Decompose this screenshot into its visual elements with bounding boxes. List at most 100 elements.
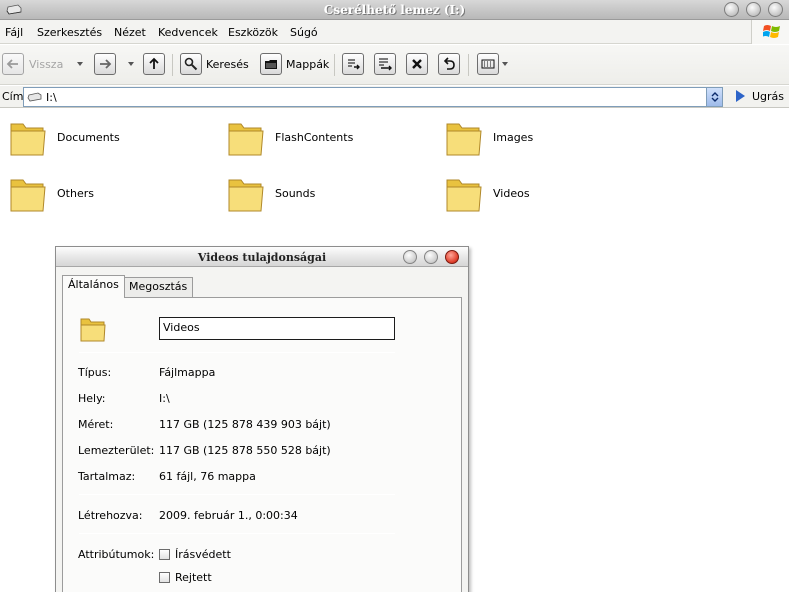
arrow-left-icon [6,59,18,69]
delete-x-icon [412,59,422,69]
arrow-right-icon [100,59,112,69]
toolbar-separator [172,54,173,76]
type-label: Típus: [78,366,112,379]
toolbar-separator [468,54,469,76]
address-label: Cím [2,90,24,103]
dialog-close-button[interactable] [445,250,459,264]
contains-label: Tartalmaz: [78,470,136,483]
size-label: Méret: [78,418,114,431]
folder-icon [80,318,106,342]
maximize-button[interactable] [746,2,761,17]
folder-name: Videos [493,187,530,200]
folder-others[interactable]: Others [9,174,94,214]
contains-value: 61 fájl, 76 mappa [159,470,256,483]
move-to-icon [348,59,360,70]
forward-dropdown-icon[interactable] [128,62,134,66]
folder-icon [228,123,264,156]
windows-logo-icon [763,25,780,38]
views-button[interactable] [477,53,499,75]
separator [79,494,395,495]
folder-flashcontents[interactable]: FlashContents [227,118,353,158]
address-bar: Cím I:\ Ugrás [0,86,789,108]
properties-dialog: Videos tulajdonságai Általános Megosztás… [55,246,469,592]
folder-images[interactable]: Images [445,118,533,158]
arrow-up-icon [149,57,159,69]
menu-file[interactable]: Fájl [5,26,23,39]
back-button[interactable] [2,53,24,75]
address-dropdown-button[interactable] [706,88,722,106]
dialog-maximize-button[interactable] [424,250,438,264]
size-on-disk-value: 117 GB (125 878 550 528 bájt) [159,444,331,457]
folder-icon [446,123,482,156]
folder-name: Sounds [275,187,316,200]
folder-icon [446,179,482,212]
back-dropdown-icon[interactable] [77,62,83,66]
copy-to-button[interactable] [374,53,396,75]
folder-documents[interactable]: Documents [9,118,120,158]
readonly-checkbox[interactable] [159,549,170,560]
location-value: I:\ [159,392,170,405]
folder-videos[interactable]: Videos [445,174,530,214]
tab-general[interactable]: Általános [62,275,125,298]
back-label[interactable]: Vissza [29,58,63,71]
menu-tools[interactable]: Eszközök [228,26,278,39]
up-button[interactable] [143,53,165,75]
menu-help[interactable]: Súgó [290,26,318,39]
menu-favorites[interactable]: Kedvencek [158,26,218,39]
folder-icon [10,179,46,212]
folder-name-input[interactable]: Videos [159,317,395,340]
size-on-disk-label: Lemezterület: [78,444,155,457]
attributes-label: Attribútumok: [78,548,155,561]
hidden-label[interactable]: Rejtett [175,571,212,584]
minimize-button[interactable] [724,2,739,17]
window-title-bar[interactable]: Cserélhető lemez (I:) [0,0,789,20]
folder-name: Others [57,187,94,200]
windows-logo-box [751,20,789,44]
folder-name: Images [493,131,534,144]
menu-edit[interactable]: Szerkesztés [37,26,102,39]
move-to-button[interactable] [342,53,364,75]
undo-button[interactable] [438,53,460,75]
folder-icon [228,179,264,212]
undo-icon [443,57,455,70]
copy-to-icon [379,58,392,71]
toolbar: Vissza Keresés Mappák [0,45,789,85]
separator [79,352,395,353]
folders-icon [265,60,277,69]
created-label: Létrehozva: [78,509,143,522]
created-value: 2009. február 1., 0:00:34 [159,509,298,522]
address-value: I:\ [46,91,57,104]
type-value: Fájlmappa [159,366,216,379]
forward-button[interactable] [94,53,116,75]
folder-icon [10,123,46,156]
views-grid-icon [481,59,495,69]
search-label[interactable]: Keresés [206,58,249,71]
go-arrow-icon[interactable] [734,89,746,103]
go-label[interactable]: Ugrás [752,90,784,103]
chevron-updown-icon [711,92,719,102]
views-dropdown-icon[interactable] [502,62,508,66]
delete-button[interactable] [406,53,428,75]
folders-button[interactable] [260,53,282,75]
folder-sounds[interactable]: Sounds [227,174,315,214]
location-label: Hely: [78,392,106,405]
folder-name: Documents [57,131,120,144]
dialog-minimize-button[interactable] [403,250,417,264]
drive-icon [27,92,42,102]
hidden-checkbox[interactable] [159,572,170,583]
menu-bar: Fájl Szerkesztés Nézet Kedvencek Eszközö… [0,20,789,44]
size-value: 117 GB (125 878 439 903 bájt) [159,418,331,431]
general-tab-panel: Videos Típus: Fájlmappa Hely: I:\ Méret:… [62,297,462,592]
window-title: Cserélhető lemez (I:) [323,3,466,17]
dialog-title-bar[interactable]: Videos tulajdonságai [56,247,468,267]
menu-view[interactable]: Nézet [114,26,146,39]
search-button[interactable] [180,53,202,75]
folder-name: FlashContents [275,131,354,144]
address-input[interactable]: I:\ [23,87,723,107]
close-button[interactable] [768,2,783,17]
toolbar-separator [334,54,335,76]
readonly-label[interactable]: Írásvédett [175,548,231,561]
tab-sharing[interactable]: Megosztás [123,277,194,297]
folders-label[interactable]: Mappák [286,58,329,71]
separator [79,533,395,534]
